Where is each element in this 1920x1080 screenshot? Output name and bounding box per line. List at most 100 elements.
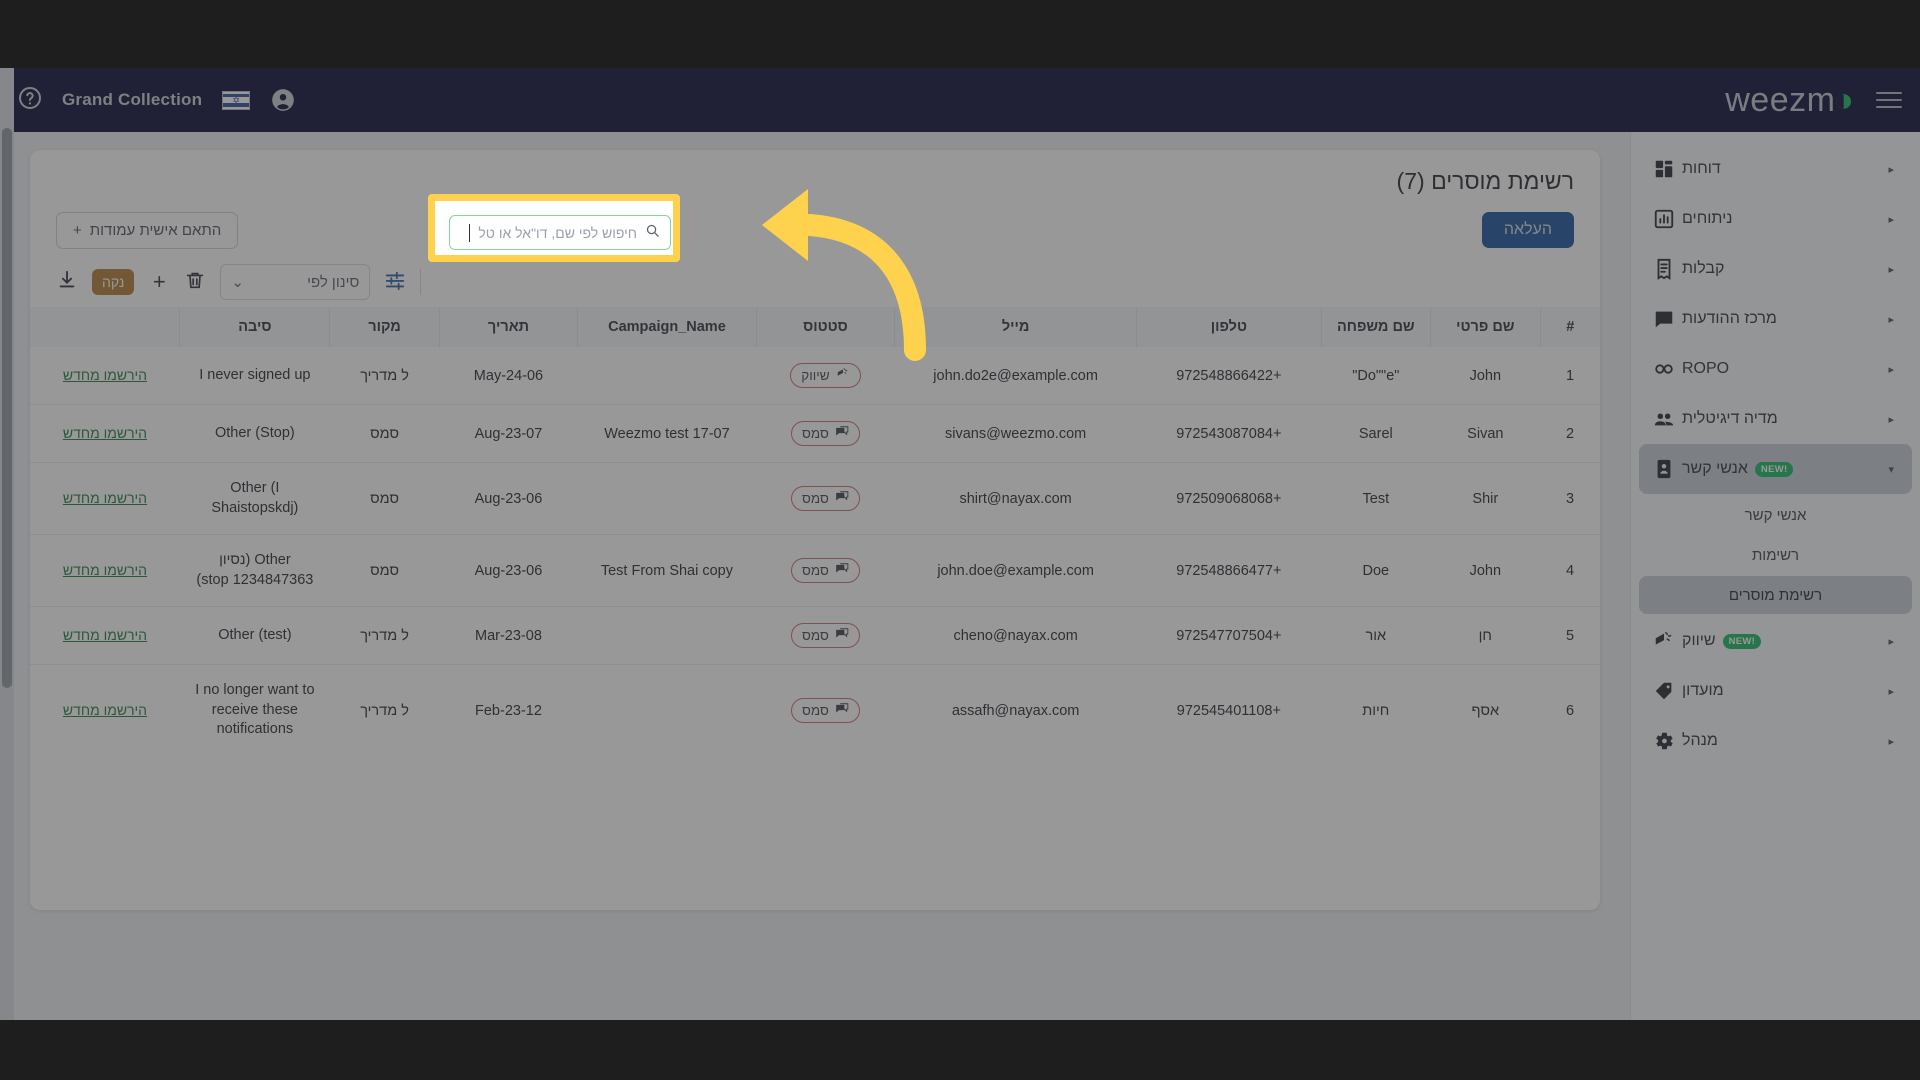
sidebar-item-message-center[interactable]: ▸ מרכז ההודעות	[1639, 294, 1912, 344]
th-first-name[interactable]: שם פרטי	[1430, 307, 1541, 347]
group-icon	[1654, 413, 1674, 426]
resubscribe-link[interactable]: הירשמו מחדש	[63, 425, 147, 441]
th-date[interactable]: תאריך	[438, 307, 578, 347]
filter-by-select[interactable]: סינון לפי ⌄	[220, 264, 371, 300]
th-phone[interactable]: טלפון	[1136, 307, 1322, 347]
cell-first-name: חן	[1430, 606, 1541, 666]
sidebar-item-club[interactable]: ▸ מועדון	[1639, 666, 1912, 716]
weezmo-logo[interactable]: weezm ◑	[1725, 81, 1854, 120]
sliders-icon[interactable]	[384, 269, 406, 296]
contact-card-icon	[1657, 459, 1671, 479]
th-number[interactable]: #	[1539, 307, 1600, 347]
cell-first-name: Sivan	[1430, 404, 1541, 463]
chevron-down-icon: ▾	[1888, 463, 1894, 476]
chevron-right-icon: ▸	[1888, 313, 1894, 326]
page-scrollbar-thumb[interactable]	[2, 128, 12, 688]
israel-flag-icon[interactable]: ✡	[222, 90, 251, 110]
cell-source: ל מדריך	[329, 606, 440, 666]
sidebar-item-analytics[interactable]: ▸ ניתוחים	[1639, 194, 1912, 244]
cell-date: Mar-23-08	[439, 606, 578, 666]
status-badge: סמס	[790, 623, 860, 649]
customize-columns-button[interactable]: התאם אישית עמודות +	[56, 211, 239, 249]
help-circle-icon[interactable]	[18, 86, 42, 115]
sidebar-subitem-contacts[interactable]: אנשי קשר	[1639, 496, 1912, 534]
cell-reason: Other (Stop)	[179, 404, 330, 463]
th-source[interactable]: מקור	[329, 307, 440, 347]
sidebar-item-label: אנשי קשר	[1682, 460, 1748, 477]
search-input[interactable]: חיפוש לפי שם, דו"אל או טל	[449, 215, 671, 250]
sidebar-item-label: קבלות	[1682, 260, 1725, 277]
cell-source: סמס	[329, 462, 440, 536]
chevron-right-icon: ▸	[1888, 635, 1894, 648]
cell-number: 2	[1540, 404, 1600, 463]
cell-source: סמס	[329, 404, 440, 463]
th-last-name[interactable]: שם משפחה	[1320, 307, 1431, 347]
table-row[interactable]: 5 חן אור 972547707504+ cheno@nayax.com סמס Mar…	[30, 606, 1600, 666]
cell-number: 6	[1565, 702, 1575, 719]
account-circle-icon[interactable]	[270, 87, 296, 113]
search-highlight-box: חיפוש לפי שם, דו"אל או טל	[428, 194, 680, 262]
sidebar-item-label: ניתוחים	[1682, 210, 1733, 227]
cell-first-name: John	[1430, 347, 1541, 405]
sidebar-item-reports[interactable]: ▸ דוחות	[1639, 144, 1912, 194]
brand-name: Grand Collection	[62, 90, 203, 109]
sidebar-item-digital-media[interactable]: ▸ מדיה דיגיטלית	[1639, 394, 1912, 444]
cell-action: הירשמו מחדש	[30, 462, 180, 536]
cell-number: 1	[1540, 347, 1600, 405]
chevron-right-icon: ▸	[1888, 413, 1894, 426]
sidebar-item-receipts[interactable]: ▸ קבלות	[1639, 244, 1912, 294]
cell-campaign	[578, 665, 757, 756]
status-badge: שיווק	[790, 363, 861, 388]
th-reason[interactable]: סיבה	[179, 307, 330, 347]
chevron-right-icon: ▸	[1888, 735, 1894, 748]
resubscribe-link[interactable]: הירשמו מחדש	[63, 367, 147, 383]
plus-icon[interactable]: +	[148, 271, 170, 293]
cell-number: 5	[1540, 606, 1600, 666]
sidebar-item-label: ROPO	[1682, 360, 1730, 377]
sms-icon	[835, 702, 849, 719]
sidebar-item-label: מרכז ההודעות	[1682, 310, 1777, 327]
resubscribe-link[interactable]: הירשמו מחדש	[63, 627, 147, 643]
resubscribe-link[interactable]: הירשמו מחדש	[63, 702, 147, 718]
cell-campaign: Test From Shai copy	[577, 534, 757, 608]
chevron-right-icon: ▸	[1888, 685, 1894, 698]
cell-source: סמס	[329, 534, 440, 608]
logo-arc-icon: ◑	[1833, 80, 1854, 119]
sidebar-subitem-label: רשימת מוסרים	[1728, 586, 1823, 604]
sidebar-item-marketing[interactable]: ▸ NEW! שיווק	[1639, 616, 1912, 666]
receipt-icon	[1657, 258, 1671, 280]
sidebar-item-label: מנהל	[1682, 732, 1718, 749]
table-row[interactable]: 6 אסף חיות 972545401108+ assafh@nayax.com סמס…	[30, 665, 1600, 756]
download-icon[interactable]	[56, 269, 78, 296]
megaphone-icon	[1655, 632, 1672, 645]
sidebar-item-ropo[interactable]: ▸ ROPO	[1639, 344, 1912, 394]
sidebar-item-admin[interactable]: ▸ מנהל	[1639, 716, 1912, 766]
table-row[interactable]: 3 Shir Test 972509068068+ shirt@nayax.com סמס…	[30, 462, 1600, 536]
table-body: 1 John "Do""e" 972548866422+ john.do2e@examp…	[30, 347, 1600, 756]
table-row[interactable]: 4 John Doe 972548866477+ john.doe@example.co…	[30, 534, 1600, 608]
status-badge: סמס	[790, 421, 860, 446]
upload-button[interactable]: העלאה	[1481, 212, 1574, 248]
chevron-down-icon: ⌄	[231, 274, 244, 291]
chat-bubble-icon	[1655, 311, 1673, 328]
cell-status: סמס	[756, 462, 895, 536]
sms-icon	[835, 425, 849, 442]
cell-phone: 972509068068+	[1136, 462, 1322, 536]
status-badge: סמס	[790, 698, 860, 724]
hamburger-menu-icon[interactable]	[1876, 92, 1902, 108]
resubscribe-link[interactable]: הירשמו מחדש	[63, 562, 147, 578]
resubscribe-link[interactable]: הירשמו מחדש	[63, 490, 147, 506]
status-label: סמס	[801, 426, 829, 441]
sms-icon	[835, 627, 849, 644]
page-scrollbar-track[interactable]	[0, 68, 14, 1020]
chevron-right-icon: ▸	[1888, 263, 1894, 276]
cell-email: sivans@weezmo.com	[894, 404, 1137, 463]
trash-icon[interactable]	[184, 269, 206, 296]
cell-reason: Other (I Shaistopskdj)	[179, 462, 330, 536]
cell-phone: 972548866422+	[1136, 347, 1322, 405]
clear-button[interactable]: נקה	[92, 269, 135, 295]
sidebar-item-contacts[interactable]: ▾ NEW! אנשי קשר	[1639, 444, 1912, 494]
sidebar-subitem-lists[interactable]: רשימות	[1639, 536, 1912, 574]
table-row[interactable]: 2 Sivan Sarel 972543087084+ sivans@weezmo.co…	[30, 404, 1600, 463]
sidebar-subitem-unsubscribed-list[interactable]: רשימת מוסרים	[1639, 576, 1912, 614]
